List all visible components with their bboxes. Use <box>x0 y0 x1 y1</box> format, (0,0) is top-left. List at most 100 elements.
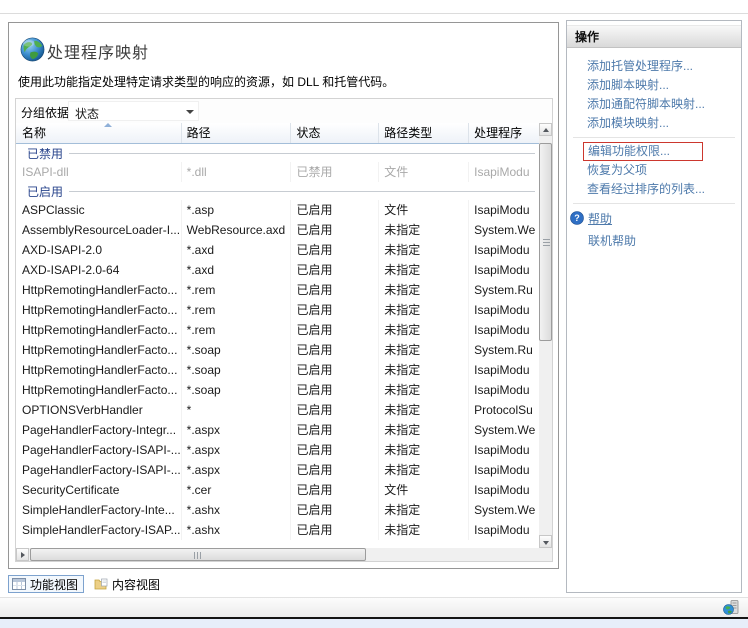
vertical-scrollbar[interactable] <box>539 123 552 548</box>
cell-name: SimpleHandlerFactory-ISAP... <box>16 520 182 540</box>
cell-path: WebResource.axd <box>182 220 292 240</box>
table-row[interactable]: ISAPI-dll*.dll已禁用文件IsapiModu <box>16 162 539 182</box>
help-link[interactable]: 帮助 <box>588 210 612 227</box>
table-row[interactable]: HttpRemotingHandlerFacto...*.soap已启用未指定I… <box>16 380 539 400</box>
action-link[interactable]: 添加模块映射... <box>567 114 741 133</box>
table-row[interactable]: HttpRemotingHandlerFacto...*.rem已启用未指定Sy… <box>16 280 539 300</box>
cell-name: HttpRemotingHandlerFacto... <box>16 360 182 380</box>
cell-handler: IsapiModu <box>469 360 539 380</box>
table-row[interactable]: PageHandlerFactory-Integr...*.aspx已启用未指定… <box>16 420 539 440</box>
cell-state: 已启用 <box>291 520 379 540</box>
cell-state: 已启用 <box>291 480 379 500</box>
table-row[interactable]: SecurityCertificate*.cer已启用文件IsapiModu <box>16 480 539 500</box>
cell-path: *.aspx <box>182 420 292 440</box>
cell-path_type: 未指定 <box>379 340 469 360</box>
action-link[interactable]: 编辑功能权限... <box>584 143 702 160</box>
actions-separator <box>573 137 735 138</box>
table-row[interactable]: SimpleHandlerFactory-Inte...*.ashx已启用未指定… <box>16 500 539 520</box>
cell-state: 已启用 <box>291 260 379 280</box>
group-by-dropdown[interactable]: 状态 <box>68 101 199 121</box>
cell-state: 已启用 <box>291 220 379 240</box>
cell-path: *.rem <box>182 300 292 320</box>
cell-path: *.dll <box>182 162 292 182</box>
cell-path_type: 未指定 <box>379 400 469 420</box>
cell-name: HttpRemotingHandlerFacto... <box>16 340 182 360</box>
cell-state: 已启用 <box>291 340 379 360</box>
cell-path_type: 未指定 <box>379 260 469 280</box>
cell-name: AXD-ISAPI-2.0-64 <box>16 260 182 280</box>
column-header[interactable]: 处理程序 <box>469 123 539 143</box>
tab-features-view[interactable]: 功能视图 <box>8 575 84 593</box>
cell-path_type: 文件 <box>379 162 469 182</box>
action-link[interactable]: 查看经过排序的列表... <box>567 180 741 199</box>
table-row[interactable]: HttpRemotingHandlerFacto...*.soap已启用未指定I… <box>16 360 539 380</box>
scroll-right-button[interactable] <box>16 548 29 561</box>
cell-handler: IsapiModu <box>469 162 539 182</box>
horizontal-scroll-thumb[interactable] <box>30 548 366 561</box>
group-label: 已启用 <box>16 183 63 200</box>
cell-path_type: 未指定 <box>379 440 469 460</box>
chevron-down-icon <box>186 110 194 114</box>
svg-text:?: ? <box>574 213 580 223</box>
tab-content-view[interactable]: 内容视图 <box>91 575 165 593</box>
sort-ascending-icon <box>104 123 112 127</box>
help-row: 联机帮助 <box>567 230 741 250</box>
cell-handler: System.We <box>469 220 539 240</box>
cell-state: 已启用 <box>291 400 379 420</box>
list-toolbar: 分组依据: 状态 <box>16 99 552 123</box>
group-header-row: 已启用 <box>16 182 539 200</box>
table-row[interactable]: HttpRemotingHandlerFacto...*.rem已启用未指定Is… <box>16 300 539 320</box>
scroll-down-button[interactable] <box>539 535 552 548</box>
scroll-up-button[interactable] <box>539 123 552 136</box>
column-header[interactable]: 路径类型 <box>379 123 469 143</box>
cell-path: *.soap <box>182 380 292 400</box>
cell-path_type: 未指定 <box>379 360 469 380</box>
cell-path_type: 未指定 <box>379 460 469 480</box>
table-row[interactable]: SimpleHandlerFactory-ISAP...*.ashx已启用未指定… <box>16 520 539 540</box>
cell-name: PageHandlerFactory-ISAPI-... <box>16 460 182 480</box>
action-link[interactable]: 恢复为父项 <box>567 161 741 180</box>
table-row[interactable]: PageHandlerFactory-ISAPI-...*.aspx已启用未指定… <box>16 440 539 460</box>
table-row[interactable]: HttpRemotingHandlerFacto...*.rem已启用未指定Is… <box>16 320 539 340</box>
table-row[interactable]: AXD-ISAPI-2.0-64*.axd已启用未指定IsapiModu <box>16 260 539 280</box>
cell-state: 已启用 <box>291 320 379 340</box>
table-row[interactable]: ASPClassic*.asp已启用文件IsapiModu <box>16 200 539 220</box>
cell-state: 已启用 <box>291 240 379 260</box>
cell-path: * <box>182 400 292 420</box>
table-row[interactable]: OPTIONSVerbHandler*已启用未指定ProtocolSu <box>16 400 539 420</box>
table-row[interactable]: AssemblyResourceLoader-I...WebResource.a… <box>16 220 539 240</box>
horizontal-scrollbar[interactable] <box>16 548 539 561</box>
cell-name: HttpRemotingHandlerFacto... <box>16 280 182 300</box>
cell-name: HttpRemotingHandlerFacto... <box>16 300 182 320</box>
cell-state: 已禁用 <box>291 162 379 182</box>
triangle-down-icon <box>543 541 549 545</box>
table-row[interactable]: AXD-ISAPI-2.0*.axd已启用未指定IsapiModu <box>16 240 539 260</box>
actions-header: 操作 <box>567 25 741 48</box>
help-link[interactable]: 联机帮助 <box>588 232 636 249</box>
desktop-strip <box>0 619 748 628</box>
column-header[interactable]: 状态 <box>291 123 379 143</box>
cell-state: 已启用 <box>291 460 379 480</box>
feature-pane: 处理程序映射 使用此功能指定处理特定请求类型的响应的资源，如 DLL 和托管代码… <box>8 22 559 569</box>
cell-path_type: 未指定 <box>379 500 469 520</box>
cell-handler: IsapiModu <box>469 380 539 400</box>
table-row[interactable]: PageHandlerFactory-ISAPI-...*.aspx已启用未指定… <box>16 460 539 480</box>
cell-handler: System.We <box>469 500 539 520</box>
cell-state: 已启用 <box>291 360 379 380</box>
cell-path: *.aspx <box>182 440 292 460</box>
table-header-row: 名称路径状态路径类型处理程序 <box>16 123 539 144</box>
table-row[interactable]: HttpRemotingHandlerFacto...*.soap已启用未指定S… <box>16 340 539 360</box>
cell-path: *.cer <box>182 480 292 500</box>
action-link[interactable]: 添加脚本映射... <box>567 76 741 95</box>
column-header[interactable]: 路径 <box>182 123 292 143</box>
cell-handler: IsapiModu <box>469 200 539 220</box>
tab-label: 功能视图 <box>30 576 78 593</box>
column-header[interactable]: 名称 <box>16 123 182 143</box>
action-link[interactable]: 添加托管处理程序... <box>567 57 741 76</box>
vertical-scroll-thumb[interactable] <box>539 143 552 341</box>
cell-path: *.aspx <box>182 460 292 480</box>
triangle-up-icon <box>543 128 549 132</box>
cell-name: OPTIONSVerbHandler <box>16 400 182 420</box>
action-link[interactable]: 添加通配符脚本映射... <box>567 95 741 114</box>
globe-icon <box>19 35 46 62</box>
